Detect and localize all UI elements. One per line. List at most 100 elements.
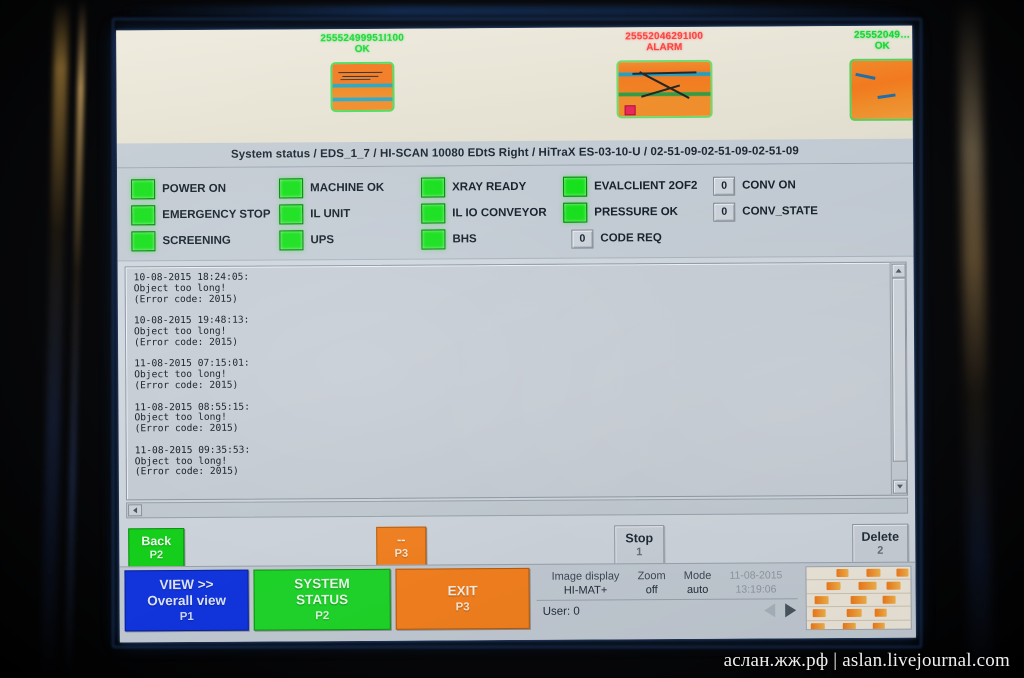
stop-button[interactable]: Stop 1 — [614, 525, 665, 566]
thumbnail-bag — [886, 582, 901, 591]
indicator-label: BHS — [452, 233, 477, 246]
indicator-label: EVALCLIENT 2OF2 — [594, 179, 698, 193]
lcd-screen: 25552499951I100 OK 25552046291I00 ALARM — [116, 25, 916, 643]
view-button-line2: Overall view — [147, 592, 227, 608]
event-log-text: 10-08-2015 18:24:05: Object too long! (E… — [133, 271, 251, 478]
indicator-label: EMERGENCY STOP — [162, 208, 271, 222]
bag-state-2: ALARM — [646, 41, 683, 54]
bag-thumb-3[interactable]: 25552049… OK — [834, 29, 916, 121]
datetime-info: 11-08-2015 13:19:06 — [729, 568, 782, 596]
indicator-label: MACHINE OK — [310, 181, 385, 195]
delete-button-label: Delete — [861, 529, 900, 544]
thumbnail-row — [806, 593, 911, 608]
triangle-right-icon — [785, 603, 797, 618]
indicator-label: PRESSURE OK — [594, 206, 679, 219]
indicator-label: SCREENING — [162, 234, 231, 248]
log-vertical-scrollbar[interactable] — [889, 262, 907, 495]
indicator-conv-on: 0 CONV ON — [713, 176, 796, 196]
indicator-pressure-ok: PRESSURE OK — [563, 202, 713, 223]
indicator-label: IL UNIT — [310, 208, 351, 221]
indicator-row-3: SCREENING UPS BHS 0 CODE REQ — [117, 224, 913, 255]
prev-image-button[interactable] — [761, 602, 779, 618]
delete-button[interactable]: Delete 2 — [852, 523, 909, 564]
system-status-button[interactable]: SYSTEM STATUS P2 — [253, 568, 391, 631]
xray-image-strip: 25552499951I100 OK 25552046291I00 ALARM — [116, 25, 916, 144]
indicator-machine-ok: MACHINE OK — [279, 178, 421, 199]
system-status-button-key: P2 — [315, 609, 330, 622]
watermark: аслан.жж.рф | aslan.livejournal.com — [723, 650, 1010, 671]
indicator-value: 0 — [571, 229, 594, 249]
scroll-left-button[interactable] — [128, 504, 143, 517]
p3-blank-button[interactable]: -- P3 — [376, 526, 427, 567]
scrollbar-thumb[interactable] — [891, 277, 907, 462]
lamp-icon — [279, 178, 304, 199]
thumbnail-row — [806, 579, 911, 595]
nav-button-group — [761, 602, 800, 618]
exit-button[interactable]: EXIT P3 — [395, 567, 530, 630]
lamp-icon — [131, 231, 156, 252]
bezel-glint-left — [40, 0, 70, 678]
thumbnail-bag — [896, 568, 909, 577]
mode-info: Mode auto — [684, 569, 712, 597]
next-image-button[interactable] — [782, 602, 800, 618]
image-display-info: Image display HI-MAT+ — [552, 569, 620, 597]
event-log-panel: 10-08-2015 18:24:05: Object too long! (E… — [124, 261, 908, 501]
stop-button-label: Stop — [625, 531, 654, 546]
indicator-code-req: 0 CODE REQ — [571, 229, 662, 249]
scroll-up-button[interactable] — [891, 263, 906, 278]
indicator-label: CODE REQ — [600, 232, 662, 245]
bag-thumbnail-strip[interactable] — [805, 565, 912, 631]
view-overall-view-button[interactable]: VIEW >> Overall view P1 — [124, 569, 249, 632]
bag-state-1: OK — [354, 43, 370, 55]
bag-id-3: 25552049… — [853, 29, 911, 41]
thumbnail-row — [806, 566, 911, 581]
bag-id-1: 25552499951I100 — [320, 32, 405, 45]
bag-thumb-2[interactable]: 25552046291I00 ALARM — [594, 31, 735, 119]
exit-button-line1: EXIT — [447, 582, 478, 598]
zoom-info: Zoom off — [638, 569, 666, 597]
system-status-button-line2: STATUS — [296, 591, 349, 607]
indicator-label: POWER ON — [162, 182, 227, 196]
lamp-icon — [421, 229, 446, 250]
bag-xray-image-3 — [849, 58, 916, 121]
lamp-icon — [279, 204, 304, 225]
lamp-icon — [563, 176, 588, 197]
scroll-down-button[interactable] — [892, 479, 907, 494]
bag-thumb-1[interactable]: 25552499951I100 OK — [302, 33, 422, 113]
lamp-icon — [279, 230, 304, 251]
log-horizontal-scrollbar[interactable] — [126, 497, 909, 519]
zoom-value: off — [645, 584, 658, 597]
chevron-left-icon — [133, 507, 138, 514]
photograph-of-screen: 25552499951I100 OK 25552046291I00 ALARM — [0, 0, 1024, 678]
thumbnail-bag — [836, 568, 849, 578]
image-display-key: Image display — [551, 570, 620, 583]
indicator-label: IL IO CONVEYOR — [452, 206, 547, 220]
image-display-value: HI-MAT+ — [563, 584, 608, 597]
back-button[interactable]: Back P2 — [128, 528, 185, 569]
thumbnail-bag — [882, 595, 896, 604]
indicator-bhs: BHS — [421, 229, 563, 250]
indicator-screening: SCREENING — [131, 230, 279, 252]
view-button-key: P1 — [179, 610, 194, 623]
bezel-glint-left-inner — [64, 0, 87, 678]
mode-value: auto — [686, 583, 709, 596]
bezel-glint-right — [958, 0, 992, 678]
indicator-emergency-stop: EMERGENCY STOP — [131, 204, 279, 226]
thumbnail-bag — [846, 609, 862, 618]
back-button-label: Back — [141, 534, 172, 549]
thumbnail-row — [806, 606, 911, 621]
indicator-label: UPS — [310, 234, 335, 247]
bezel-glint-top — [120, 6, 910, 16]
status-info-panel: Image display HI-MAT+ Zoom off Mode auto… — [536, 566, 801, 630]
thumbnail-bag — [872, 622, 885, 631]
zoom-key: Zoom — [637, 570, 666, 583]
indicator-label: XRAY READY — [452, 180, 527, 194]
stop-button-key: 1 — [636, 546, 643, 559]
indicator-ups: UPS — [279, 230, 421, 251]
indicator-il-unit: IL UNIT — [279, 204, 421, 225]
lamp-icon — [421, 203, 446, 224]
indicator-value: 0 — [713, 202, 736, 222]
chevron-down-icon — [896, 484, 903, 489]
thumbnail-bag — [826, 582, 841, 591]
lamp-icon — [421, 177, 446, 198]
